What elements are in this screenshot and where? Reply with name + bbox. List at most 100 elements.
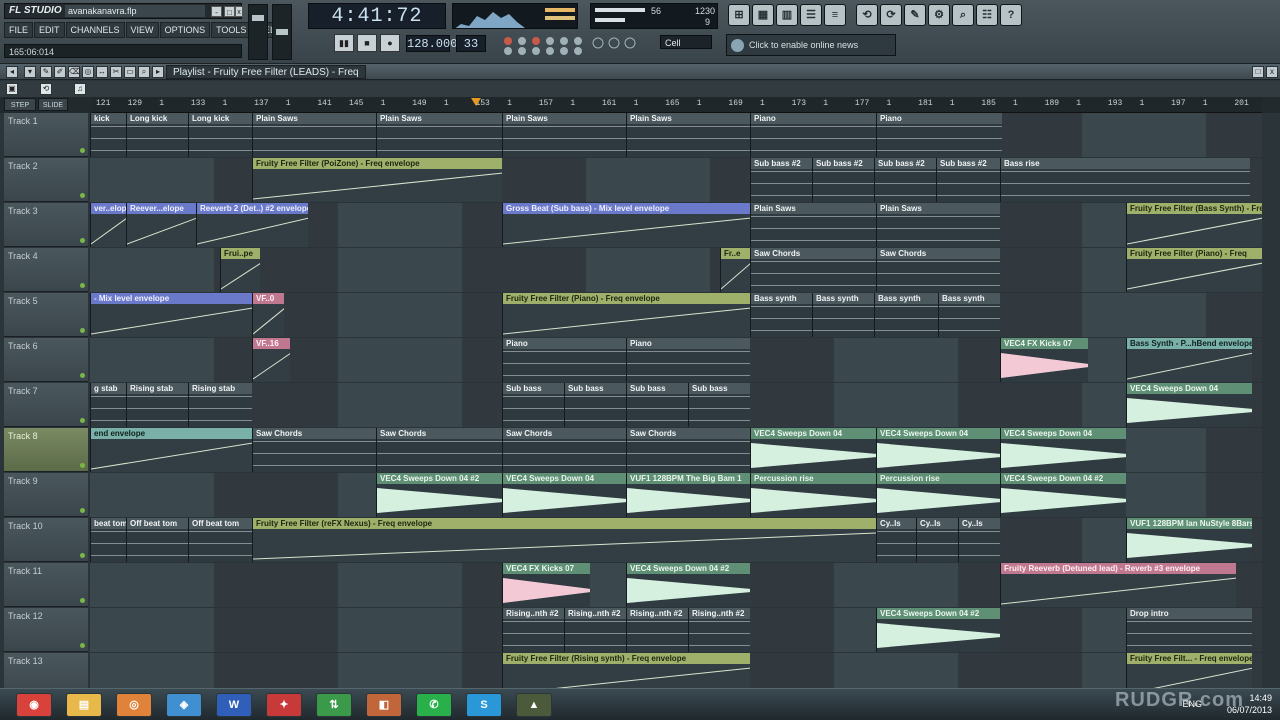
playlist-clip[interactable]: Rising stab <box>188 383 252 427</box>
playlist-clip[interactable]: VEC4 Sweeps Down 04 <box>750 428 876 472</box>
playback-tool-icon[interactable]: ▸ <box>152 66 164 78</box>
track-header[interactable]: Track 8 <box>4 428 88 472</box>
playlist-clip[interactable]: VEC4 Sweeps Down 04 #2 <box>626 563 750 607</box>
explorer-icon[interactable]: ◧ <box>366 693 402 717</box>
undo-icon[interactable]: ⟲ <box>856 4 878 26</box>
playlist-clip[interactable]: Bass synth <box>938 293 1000 337</box>
search-icon[interactable]: ⌕ <box>952 4 974 26</box>
playlist-clip[interactable]: VEC4 Sweeps Down 04 #2 <box>1000 473 1126 517</box>
playlist-clip[interactable]: VEC4 Sweeps Down 04 <box>1000 428 1126 472</box>
playlist-clip[interactable]: - Mix level envelope <box>90 293 252 337</box>
edit-icon[interactable]: ✎ <box>904 4 926 26</box>
help-icon[interactable]: ? <box>1000 4 1022 26</box>
playlist-grid[interactable]: kick Long kick Long kick Plain Saws Plain Sa… <box>90 113 1262 688</box>
target-icon[interactable]: ▣ <box>6 83 18 95</box>
folder-icon[interactable]: ▤ <box>66 693 102 717</box>
playlist-clip[interactable]: Fruity Free Filter (reFX Nexus) - Freq e… <box>252 518 876 562</box>
timeline-ruler[interactable]: 121 129 1 133 1 137 1 141 145 1 149 1 153 1 157 1 161 1 16… <box>92 97 1262 113</box>
minimize-button[interactable]: - <box>211 6 222 17</box>
pause-button[interactable]: ▮▮ <box>334 34 354 52</box>
playlist-clip[interactable]: Reever...elope <box>126 203 196 247</box>
online-news-bar[interactable]: Click to enable online news <box>726 34 896 56</box>
playlist-clip[interactable]: Reeverb 2 (Det..) #2 envelope <box>196 203 308 247</box>
menu-view[interactable]: VIEW <box>125 22 159 38</box>
playlist-clip[interactable]: VEC4 FX Kicks 07 <box>1000 338 1088 382</box>
playlist-clip[interactable]: Frui..pe <box>220 248 260 292</box>
playlist-clip[interactable]: Rising..nth #2 <box>502 608 564 652</box>
fl-icon[interactable]: ✦ <box>266 693 302 717</box>
step-button[interactable]: STEP <box>4 98 36 111</box>
playlist-clip[interactable]: VEC4 Sweeps Down 04 <box>502 473 626 517</box>
playlist-clip[interactable]: Rising stab <box>126 383 188 427</box>
maximize-playlist-icon[interactable]: □ <box>1252 66 1264 78</box>
piano-roll-icon[interactable]: ▥ <box>776 4 798 26</box>
playlist-clip[interactable]: Saw Chords <box>376 428 502 472</box>
track-header[interactable]: Track 10 <box>4 518 88 562</box>
browser-icon[interactable]: ☰ <box>800 4 822 26</box>
playlist-clip[interactable]: Piano <box>502 338 626 382</box>
playlist-clip[interactable]: Percussion rise <box>750 473 876 517</box>
track-mute-led[interactable] <box>80 463 85 468</box>
fl-studio-icon[interactable]: ▲ <box>516 693 552 717</box>
playlist-clip[interactable]: Saw Chords <box>252 428 376 472</box>
master-pitch-slider[interactable] <box>272 4 292 60</box>
menu-tools[interactable]: TOOLS <box>211 22 252 38</box>
menu-channels[interactable]: CHANNELS <box>65 22 125 38</box>
paint-tool-icon[interactable]: ✐ <box>54 66 66 78</box>
tempo-display[interactable]: 128.000 <box>406 35 457 52</box>
playlist-clip[interactable]: Plain Saws <box>252 113 376 157</box>
track-header[interactable]: Track 12 <box>4 608 88 652</box>
track-header[interactable]: Track 2 <box>4 158 88 202</box>
playlist-clip[interactable]: Cy..ls <box>916 518 958 562</box>
playlist-clip[interactable]: Bass synth <box>812 293 874 337</box>
torrent-icon[interactable]: ⇅ <box>316 693 352 717</box>
track-header[interactable]: Track 7 <box>4 383 88 427</box>
zoom-tool-icon[interactable]: ⌕ <box>138 66 150 78</box>
track-mute-led[interactable] <box>80 598 85 603</box>
track-lane[interactable] <box>90 248 1262 293</box>
select-tool-icon[interactable]: ▭ <box>124 66 136 78</box>
maximize-button[interactable]: □ <box>224 6 235 17</box>
playlist-clip[interactable]: Fruity Free Filter (Rising synth) - Freq… <box>502 653 750 688</box>
playlist-clip[interactable]: Percussion rise <box>876 473 1000 517</box>
playlist-clip[interactable]: end envelope <box>90 428 252 472</box>
playlist-clip[interactable]: Sub bass <box>688 383 750 427</box>
playlist-clip[interactable]: VUF1 128BPM The Big Bam 1 <box>626 473 750 517</box>
playlist-clip[interactable]: Sub bass <box>626 383 688 427</box>
playlist-clip[interactable]: Plain Saws <box>502 113 626 157</box>
track-mute-led[interactable] <box>80 553 85 558</box>
menu-edit[interactable]: EDIT <box>34 22 65 38</box>
whatsapp-icon[interactable]: ✆ <box>416 693 452 717</box>
track-mute-led[interactable] <box>80 418 85 423</box>
playlist-clip[interactable]: Sub bass <box>564 383 626 427</box>
slide-button[interactable]: SLIDE <box>38 98 68 111</box>
playlist-clip[interactable]: Fruity Free Filter (Piano) - Freq <box>1126 248 1262 292</box>
firefox-icon[interactable]: ◎ <box>116 693 152 717</box>
mute-tool-icon[interactable]: ◎ <box>82 66 94 78</box>
playlist-clip[interactable]: Drop intro <box>1126 608 1252 652</box>
playlist-clip[interactable]: Rising..nth #2 <box>688 608 750 652</box>
menu-options[interactable]: OPTIONS <box>159 22 211 38</box>
track-header[interactable]: Track 1 <box>4 113 88 157</box>
language-indicator[interactable]: ENG <box>1182 699 1202 709</box>
playlist-clip[interactable]: Piano <box>626 338 750 382</box>
playlist-clip[interactable]: VEC4 Sweeps Down 04 #2 <box>376 473 502 517</box>
pencil-tool-icon[interactable]: ✎ <box>40 66 52 78</box>
slip-tool-icon[interactable]: ↔ <box>96 66 108 78</box>
chevron-down-icon[interactable]: ▾ <box>24 66 36 78</box>
song-time-display[interactable]: 4:41:72 <box>308 3 446 29</box>
playlist-clip[interactable]: Plain Saws <box>876 203 1000 247</box>
vlc-icon[interactable]: ◈ <box>166 693 202 717</box>
close-button[interactable]: x <box>235 6 243 17</box>
playlist-clip[interactable]: VF..16 <box>252 338 290 382</box>
step-sequencer-icon[interactable]: ▦ <box>752 4 774 26</box>
playlist-clip[interactable]: VUF1 128BPM Ian NuStyle 8Bars <box>1126 518 1252 562</box>
close-playlist-icon[interactable]: x <box>1266 66 1278 78</box>
pattern-number-display[interactable]: 33 <box>456 35 486 52</box>
redo-icon[interactable]: ⟳ <box>880 4 902 26</box>
playlist-menu-arrow-icon[interactable]: ◂ <box>6 66 18 78</box>
stop-button[interactable]: ■ <box>357 34 377 52</box>
playlist-clip[interactable]: beat tom <box>90 518 126 562</box>
playlist-clip[interactable]: Off beat tom <box>188 518 252 562</box>
playlist-clip[interactable]: Cy..ls <box>958 518 1000 562</box>
